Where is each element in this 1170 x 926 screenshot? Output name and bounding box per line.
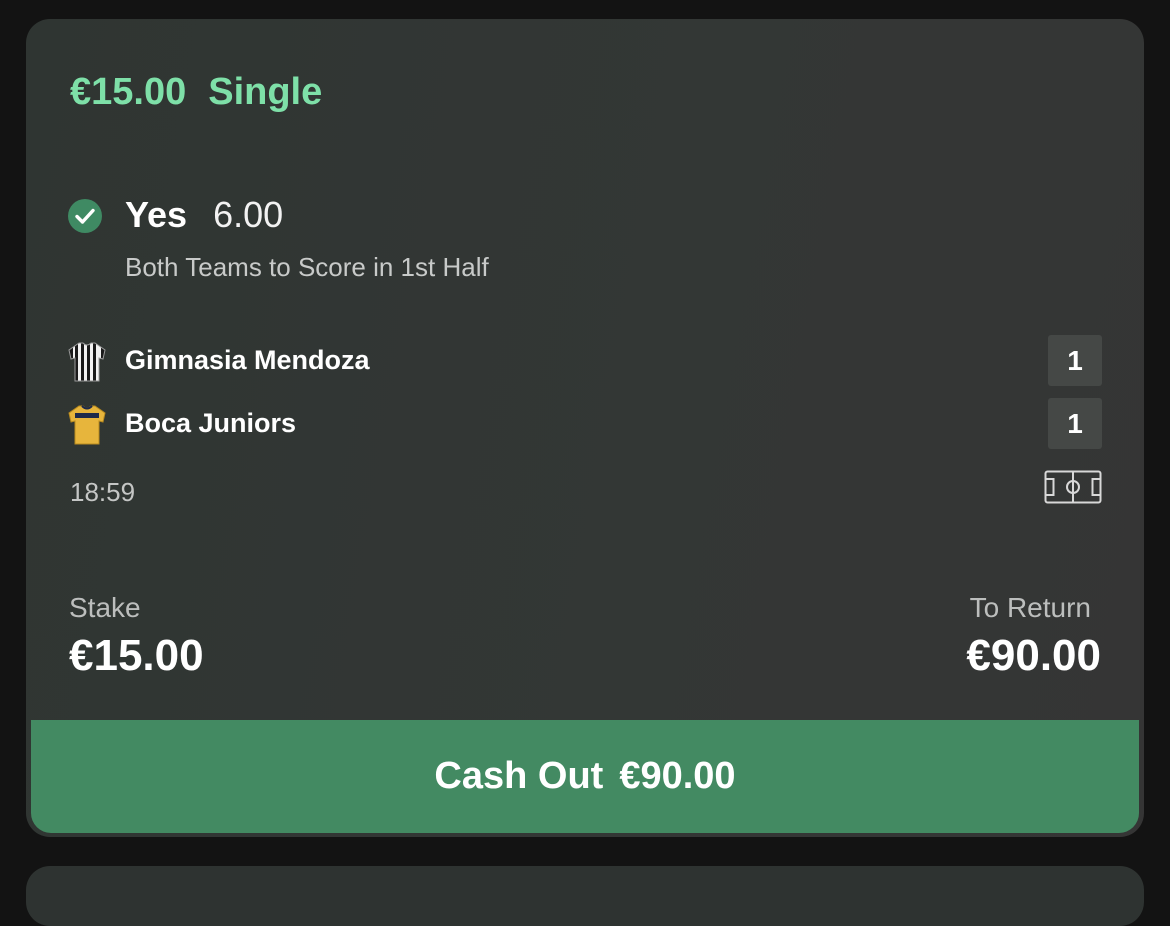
bet-stake-header: €15.00 (70, 71, 187, 113)
bet-header: €15.00 Single (70, 71, 322, 114)
stake-label: Stake (69, 592, 141, 623)
score-away: 1 (1048, 398, 1102, 449)
team-name-away: Boca Juniors (125, 408, 297, 438)
bet-card[interactable]: €15.00 Single Yes 6.00 Both Teams to Score… (26, 19, 1144, 837)
next-bet-card[interactable] (26, 866, 1144, 926)
yellow-shirt-icon (68, 405, 106, 445)
to-return-value: €90.00 (966, 631, 1101, 680)
cash-out-label: Cash Out (434, 755, 604, 797)
check-circle-icon (68, 199, 102, 233)
team-row-away: Boca Juniors 1 (66, 398, 1102, 450)
selection-name: Yes (125, 194, 188, 235)
selection-odds: 6.00 (213, 194, 284, 235)
match-time: 18:59 (70, 477, 136, 507)
striped-shirt-icon (68, 342, 106, 382)
to-return-label: To Return (969, 592, 1091, 623)
market-name: Both Teams to Score in 1st Half (125, 252, 489, 282)
selection: Yes 6.00 (125, 194, 283, 236)
cash-out-button[interactable]: Cash Out €90.00 (31, 720, 1139, 833)
bet-type: Single (208, 71, 323, 113)
team-row-home: Gimnasia Mendoza 1 (66, 335, 1102, 387)
score-home: 1 (1048, 335, 1102, 386)
pitch-icon[interactable] (1044, 470, 1102, 504)
team-name-home: Gimnasia Mendoza (125, 345, 370, 375)
stake-value: €15.00 (69, 631, 204, 680)
cash-out-amount: €90.00 (619, 755, 736, 797)
